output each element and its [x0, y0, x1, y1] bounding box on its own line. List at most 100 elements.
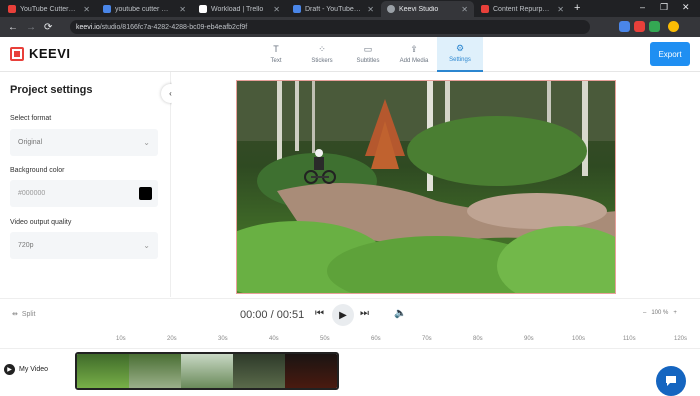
maximize-button[interactable]: ❐ — [660, 2, 668, 13]
keevi-logo-icon — [10, 46, 24, 61]
subtitles-icon: ▭ — [363, 44, 373, 54]
time-display: 00:00 / 00:51 — [240, 309, 305, 321]
play-button[interactable]: ▶ — [332, 304, 354, 326]
tab-title: Content Repurposing — [493, 5, 551, 13]
extension-icon[interactable] — [619, 21, 630, 32]
background-color-value: #000000 — [18, 190, 46, 197]
address-bar: ← → ⟳ keevi.io /studio/8166fc7a-4282-428… — [0, 17, 700, 37]
keevi-favicon-icon — [481, 5, 489, 13]
close-icon[interactable]: ✕ — [179, 5, 186, 14]
tool-add-media[interactable]: ⇪ Add Media — [391, 37, 437, 72]
minimize-button[interactable]: – — [640, 2, 645, 12]
timeline-track: ▶ My Video — [0, 350, 700, 396]
video-frame-image — [237, 81, 615, 293]
tool-nav: T Text ⁘ Stickers ▭ Subtitles ⇪ Add Medi… — [253, 37, 483, 72]
background-color-input[interactable]: #000000 — [10, 180, 158, 207]
keevi-app: KEEVI T Text ⁘ Stickers ▭ Subtitles ⇪ Ad… — [0, 37, 700, 396]
keevi-logo: KEEVI — [10, 46, 71, 61]
play-icon: ▶ — [4, 364, 15, 375]
youtube-favicon-icon — [8, 5, 16, 13]
volume-icon[interactable]: 🔈 — [394, 308, 406, 319]
browser-tab-4[interactable]: Draft - YouTube Cutter ✕ — [287, 1, 380, 17]
back-button[interactable]: ← — [8, 22, 18, 33]
clip-thumbnail — [129, 354, 181, 388]
browser-tab-6[interactable]: Content Repurposing ✕ — [475, 1, 570, 17]
clip-thumbnail — [233, 354, 285, 388]
timeline-tick: 90s — [524, 336, 534, 342]
tool-label: Subtitles — [356, 58, 380, 64]
url-input[interactable]: keevi.io /studio/8166fc7a-4282-4288-bc09… — [70, 20, 590, 34]
close-icon[interactable]: ✕ — [83, 5, 90, 14]
tab-title: Draft - YouTube Cutter — [305, 5, 361, 13]
tool-label: Add Media — [399, 58, 429, 64]
video-preview[interactable] — [236, 80, 616, 294]
tool-subtitles[interactable]: ▭ Subtitles — [345, 37, 391, 72]
zoom-in-button[interactable]: + — [673, 310, 677, 316]
close-icon[interactable]: ✕ — [367, 5, 374, 14]
chat-button[interactable] — [656, 366, 686, 396]
tab-title: Workload | Trello — [211, 5, 264, 13]
timeline-tick: 110s — [623, 336, 636, 342]
video-clip[interactable] — [75, 352, 339, 390]
reload-button[interactable]: ⟳ — [44, 22, 52, 33]
skip-back-icon[interactable]: ⏮ — [315, 308, 324, 319]
app-header: KEEVI T Text ⁘ Stickers ▭ Subtitles ⇪ Ad… — [0, 37, 700, 72]
close-icon[interactable]: ✕ — [461, 5, 468, 14]
profile-avatar[interactable] — [668, 21, 679, 32]
track-label[interactable]: ▶ My Video — [4, 364, 48, 375]
gear-icon: ⚙ — [455, 43, 465, 53]
project-settings-panel: Project settings Select format Original … — [0, 72, 171, 297]
timeline-tick: 20s — [167, 336, 177, 342]
stickers-icon: ⁘ — [318, 44, 326, 54]
zoom-value: 100 % — [651, 310, 669, 316]
zoom-out-button[interactable]: – — [643, 310, 646, 316]
timeline-tick: 70s — [422, 336, 432, 342]
split-label: Split — [21, 310, 36, 318]
tool-text[interactable]: T Text — [253, 37, 299, 72]
play-icon: ▶ — [339, 309, 347, 321]
browser-tab-2[interactable]: youtube cutter Reque ✕ — [97, 1, 192, 17]
color-swatch[interactable] — [139, 187, 152, 200]
tool-label: Stickers — [311, 58, 333, 64]
trello-favicon-icon — [199, 5, 207, 13]
forward-button[interactable]: → — [26, 22, 36, 33]
zoom-control: – 100 % + — [643, 310, 677, 316]
export-button[interactable]: Export — [650, 42, 690, 66]
browser-tab-bar: YouTube Cutter - Land ✕ youtube cutter R… — [0, 0, 700, 17]
extension-icon[interactable] — [649, 21, 660, 32]
keevi-favicon-icon — [387, 5, 395, 13]
browser-tab-3[interactable]: Workload | Trello ✕ — [193, 1, 286, 17]
new-tab-button[interactable]: + — [574, 2, 580, 14]
timeline-tick: 40s — [269, 336, 279, 342]
chevron-down-icon: ⌄ — [143, 138, 150, 147]
clip-thumbnail — [181, 354, 233, 388]
close-icon[interactable]: ✕ — [557, 5, 564, 14]
timeline-ruler[interactable]: 10s 20s 30s 40s 50s 60s 70s 80s 90s 100s… — [0, 335, 700, 349]
tab-title: youtube cutter Reque — [115, 5, 173, 13]
browser-tab-5[interactable]: Keevi Studio ✕ — [381, 1, 474, 17]
tool-label: Settings — [449, 57, 471, 63]
window-close-button[interactable]: ✕ — [682, 2, 690, 13]
close-icon[interactable]: ✕ — [273, 5, 280, 14]
skip-forward-icon[interactable]: ⏭ — [360, 308, 369, 319]
split-button[interactable]: ⇹ Split — [12, 310, 36, 319]
upload-icon: ⇪ — [410, 44, 418, 54]
docs-favicon-icon — [293, 5, 301, 13]
tool-settings[interactable]: ⚙ Settings — [437, 37, 483, 72]
quality-label: Video output quality — [10, 219, 72, 226]
quality-value: 720p — [18, 242, 34, 249]
url-host: keevi.io — [76, 23, 100, 31]
extension-icon[interactable] — [634, 21, 645, 32]
browser-tab-1[interactable]: YouTube Cutter - Land ✕ — [2, 1, 96, 17]
quality-select[interactable]: 720p ⌄ — [10, 232, 158, 259]
timeline-tick: 10s — [116, 336, 126, 342]
clip-thumbnail — [285, 354, 337, 388]
player-controls: ⇹ Split 00:00 / 00:51 ⏮ ▶ ⏭ 🔈 – 100 % + — [0, 298, 700, 334]
docs-favicon-icon — [103, 5, 111, 13]
url-path: /studio/8166fc7a-4282-4288-bc09-eb4eafb2… — [99, 23, 248, 31]
tool-stickers[interactable]: ⁘ Stickers — [299, 37, 345, 72]
format-select[interactable]: Original ⌄ — [10, 129, 158, 156]
chat-bubble-icon — [666, 376, 676, 386]
chevron-down-icon: ⌄ — [143, 241, 150, 250]
format-label: Select format — [10, 115, 52, 122]
